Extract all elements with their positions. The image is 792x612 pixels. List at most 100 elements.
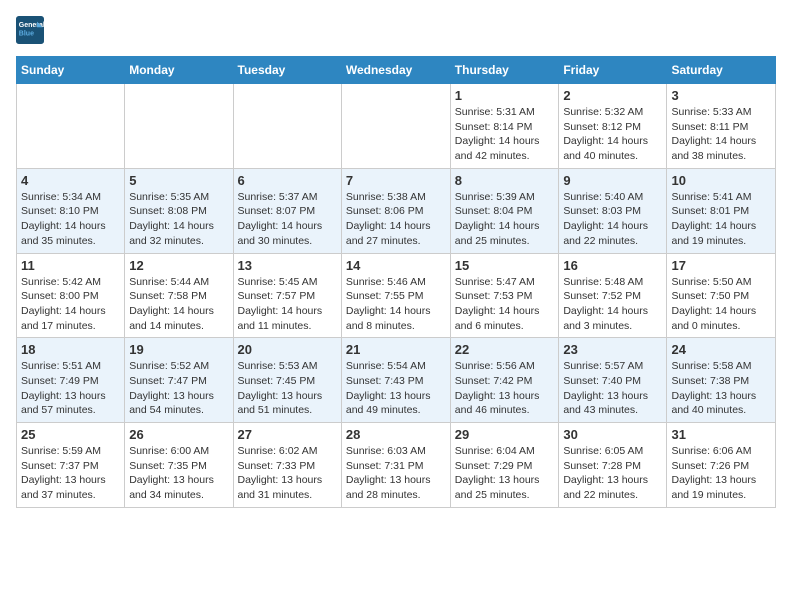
calendar-week-3: 11 Sunrise: 5:42 AM Sunset: 8:00 PM Dayli… [17,253,776,338]
calendar-cell [125,84,233,169]
calendar-cell: 3Sunrise: 5:33 AM Sunset: 8:11 PM Daylig… [667,84,776,169]
svg-text:Blue: Blue [19,31,34,38]
day-info: Sunrise: 5:34 AM Sunset: 8:10 PM Dayligh… [21,190,120,249]
calendar-cell: 20 Sunrise: 5:53 AM Sunset: 7:45 PM Dayli… [233,338,341,423]
day-info: Sunrise: 6:00 AM Sunset: 7:35 PM Dayligh… [129,444,228,503]
calendar-cell [341,84,450,169]
calendar-cell: 26 Sunrise: 6:00 AM Sunset: 7:35 PM Dayli… [125,423,233,508]
calendar-cell: 2 Sunrise: 5:32 AM Sunset: 8:12 PM Daylig… [559,84,667,169]
weekday-header-tuesday: Tuesday [233,57,341,84]
day-info: Sunrise: 5:41 AM Sunset: 8:01 PM Dayligh… [671,190,771,249]
calendar-cell: 23Sunrise: 5:57 AM Sunset: 7:40 PM Dayli… [559,338,667,423]
calendar-cell: 15 Sunrise: 5:47 AM Sunset: 7:53 PM Dayli… [450,253,559,338]
day-number: 21 [346,342,446,357]
calendar-cell: 24 Sunrise: 5:58 AM Sunset: 7:38 PM Dayli… [667,338,776,423]
calendar-cell: 30Sunrise: 6:05 AM Sunset: 7:28 PM Dayli… [559,423,667,508]
weekday-header-wednesday: Wednesday [341,57,450,84]
day-info: Sunrise: 5:44 AM Sunset: 7:58 PM Dayligh… [129,275,228,334]
calendar-cell: 31 Sunrise: 6:06 AM Sunset: 7:26 PM Dayli… [667,423,776,508]
calendar-cell: 18 Sunrise: 5:51 AM Sunset: 7:49 PM Dayli… [17,338,125,423]
day-number: 31 [671,427,771,442]
day-number: 11 [21,258,120,273]
weekday-header-sunday: Sunday [17,57,125,84]
day-number: 4 [21,173,120,188]
calendar-cell: 25 Sunrise: 5:59 AM Sunset: 7:37 PM Dayli… [17,423,125,508]
logo: General Blue [16,16,48,44]
calendar-cell [17,84,125,169]
day-info: Sunrise: 5:35 AM Sunset: 8:08 PM Dayligh… [129,190,228,249]
calendar-cell: 22Sunrise: 5:56 AM Sunset: 7:42 PM Dayli… [450,338,559,423]
day-number: 1 [455,88,555,103]
day-number: 3 [671,88,771,103]
calendar-cell: 16 Sunrise: 5:48 AM Sunset: 7:52 PM Dayli… [559,253,667,338]
day-info: Sunrise: 6:06 AM Sunset: 7:26 PM Dayligh… [671,444,771,503]
day-info: Sunrise: 5:46 AM Sunset: 7:55 PM Dayligh… [346,275,446,334]
calendar-cell: 10 Sunrise: 5:41 AM Sunset: 8:01 PM Dayli… [667,168,776,253]
day-info: Sunrise: 5:32 AM Sunset: 8:12 PM Dayligh… [563,105,662,164]
day-info: Sunrise: 6:04 AM Sunset: 7:29 PM Dayligh… [455,444,555,503]
calendar-cell: 28Sunrise: 6:03 AM Sunset: 7:31 PM Dayli… [341,423,450,508]
calendar-cell: 11 Sunrise: 5:42 AM Sunset: 8:00 PM Dayli… [17,253,125,338]
day-number: 15 [455,258,555,273]
day-info: Sunrise: 5:59 AM Sunset: 7:37 PM Dayligh… [21,444,120,503]
day-info: Sunrise: 5:42 AM Sunset: 8:00 PM Dayligh… [21,275,120,334]
day-number: 29 [455,427,555,442]
day-number: 14 [346,258,446,273]
calendar-cell: 5Sunrise: 5:35 AM Sunset: 8:08 PM Daylig… [125,168,233,253]
calendar-week-2: 4 Sunrise: 5:34 AM Sunset: 8:10 PM Daylig… [17,168,776,253]
weekday-header-saturday: Saturday [667,57,776,84]
day-info: Sunrise: 5:51 AM Sunset: 7:49 PM Dayligh… [21,359,120,418]
calendar-table: SundayMondayTuesdayWednesdayThursdayFrid… [16,56,776,508]
day-info: Sunrise: 5:31 AM Sunset: 8:14 PM Dayligh… [455,105,555,164]
calendar-week-4: 18 Sunrise: 5:51 AM Sunset: 7:49 PM Dayli… [17,338,776,423]
day-number: 16 [563,258,662,273]
calendar-cell [233,84,341,169]
day-info: Sunrise: 5:47 AM Sunset: 7:53 PM Dayligh… [455,275,555,334]
day-number: 9 [563,173,662,188]
day-number: 18 [21,342,120,357]
day-info: Sunrise: 5:39 AM Sunset: 8:04 PM Dayligh… [455,190,555,249]
calendar-cell: 9 Sunrise: 5:40 AM Sunset: 8:03 PM Daylig… [559,168,667,253]
calendar-body: 1 Sunrise: 5:31 AM Sunset: 8:14 PM Daylig… [17,84,776,508]
calendar-cell: 6Sunrise: 5:37 AM Sunset: 8:07 PM Daylig… [233,168,341,253]
calendar-cell: 8 Sunrise: 5:39 AM Sunset: 8:04 PM Daylig… [450,168,559,253]
calendar-cell: 21 Sunrise: 5:54 AM Sunset: 7:43 PM Dayli… [341,338,450,423]
day-number: 8 [455,173,555,188]
day-number: 26 [129,427,228,442]
calendar-cell: 7 Sunrise: 5:38 AM Sunset: 8:06 PM Daylig… [341,168,450,253]
day-info: Sunrise: 5:38 AM Sunset: 8:06 PM Dayligh… [346,190,446,249]
day-info: Sunrise: 5:54 AM Sunset: 7:43 PM Dayligh… [346,359,446,418]
day-number: 7 [346,173,446,188]
day-info: Sunrise: 5:58 AM Sunset: 7:38 PM Dayligh… [671,359,771,418]
day-number: 27 [238,427,337,442]
logo-icon: General Blue [16,16,44,44]
day-number: 24 [671,342,771,357]
calendar-cell: 14 Sunrise: 5:46 AM Sunset: 7:55 PM Dayli… [341,253,450,338]
day-info: Sunrise: 5:45 AM Sunset: 7:57 PM Dayligh… [238,275,337,334]
calendar-cell: 29 Sunrise: 6:04 AM Sunset: 7:29 PM Dayli… [450,423,559,508]
calendar-header-row: SundayMondayTuesdayWednesdayThursdayFrid… [17,57,776,84]
day-number: 25 [21,427,120,442]
day-info: Sunrise: 5:50 AM Sunset: 7:50 PM Dayligh… [671,275,771,334]
day-info: Sunrise: 5:52 AM Sunset: 7:47 PM Dayligh… [129,359,228,418]
day-info: Sunrise: 5:56 AM Sunset: 7:42 PM Dayligh… [455,359,555,418]
day-number: 30 [563,427,662,442]
calendar-cell: 19 Sunrise: 5:52 AM Sunset: 7:47 PM Dayli… [125,338,233,423]
day-info: Sunrise: 5:48 AM Sunset: 7:52 PM Dayligh… [563,275,662,334]
day-number: 28 [346,427,446,442]
day-info: Sunrise: 5:53 AM Sunset: 7:45 PM Dayligh… [238,359,337,418]
day-number: 13 [238,258,337,273]
day-number: 2 [563,88,662,103]
day-number: 10 [671,173,771,188]
calendar-cell: 27 Sunrise: 6:02 AM Sunset: 7:33 PM Dayli… [233,423,341,508]
day-info: Sunrise: 5:40 AM Sunset: 8:03 PM Dayligh… [563,190,662,249]
day-number: 17 [671,258,771,273]
calendar-week-1: 1 Sunrise: 5:31 AM Sunset: 8:14 PM Daylig… [17,84,776,169]
weekday-header-thursday: Thursday [450,57,559,84]
calendar-cell: 12Sunrise: 5:44 AM Sunset: 7:58 PM Dayli… [125,253,233,338]
day-number: 19 [129,342,228,357]
day-info: Sunrise: 5:37 AM Sunset: 8:07 PM Dayligh… [238,190,337,249]
day-number: 20 [238,342,337,357]
calendar-cell: 1 Sunrise: 5:31 AM Sunset: 8:14 PM Daylig… [450,84,559,169]
day-info: Sunrise: 6:02 AM Sunset: 7:33 PM Dayligh… [238,444,337,503]
